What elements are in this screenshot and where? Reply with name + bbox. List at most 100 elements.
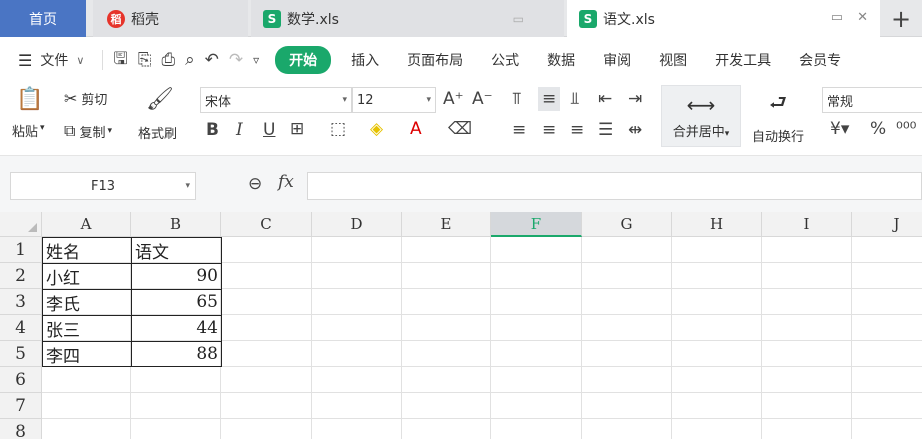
function-icon[interactable]: fx: [278, 172, 294, 192]
row-header-6[interactable]: 6: [0, 367, 42, 393]
add-tab-button[interactable]: +: [880, 0, 922, 37]
column-header-d[interactable]: D: [312, 212, 402, 237]
align-middle-icon[interactable]: ≡: [538, 87, 561, 111]
row-header-4[interactable]: 4: [0, 315, 42, 341]
menu-developer[interactable]: 开发工具: [701, 50, 785, 70]
menu-tabs: 开始 插入 页面布局 公式 数据 审阅 视图 开发工具 会员专: [275, 46, 855, 74]
tab-chinese-xls[interactable]: S 语文.xls ▭ ✕: [567, 0, 880, 37]
column-header-j[interactable]: J: [852, 212, 922, 237]
spreadsheet-app: 首页 稻 稻壳 S 数学.xls ▭ S 语文.xls ▭ ✕ + ☰ 文件 ∨: [0, 0, 922, 439]
column-header-g[interactable]: G: [582, 212, 672, 237]
row-header-1[interactable]: 1: [0, 237, 42, 263]
column-header-f[interactable]: F: [491, 212, 582, 237]
ribbon: 📋 粘贴 ▾ ✂ 剪切 ⧉ 复制 ▾ 🖌 格式刷 宋体 ▾ 12 ▾ A⁺ A⁻ B I …: [0, 83, 922, 156]
currency-icon[interactable]: ¥▾: [830, 119, 849, 139]
align-center-icon[interactable]: ≡: [542, 120, 556, 140]
borders-icon[interactable]: ⊞: [290, 119, 304, 139]
thousands-separator-icon[interactable]: ⁰⁰⁰: [896, 119, 916, 139]
tab-daoke[interactable]: 稻 稻壳: [93, 0, 248, 37]
indent-increase-icon[interactable]: ⇥: [628, 89, 642, 109]
cell-a2[interactable]: 小红: [43, 263, 131, 289]
row-header-3[interactable]: 3: [0, 289, 42, 315]
cell-b3[interactable]: 65: [132, 289, 221, 315]
font-name-select[interactable]: 宋体 ▾: [200, 87, 352, 113]
undo-icon[interactable]: ↶: [205, 50, 219, 70]
indent-decrease-icon[interactable]: ⇤: [598, 89, 612, 109]
cell-a1[interactable]: 姓名: [43, 237, 131, 263]
column-header-b[interactable]: B: [131, 212, 221, 237]
monitor-icon[interactable]: ▭: [831, 10, 843, 25]
save-icon[interactable]: 🖫: [113, 46, 127, 75]
column-header-e[interactable]: E: [402, 212, 491, 237]
distributed-icon[interactable]: ⇹: [628, 120, 642, 140]
number-format-select[interactable]: 常规: [822, 87, 922, 113]
font-size-value: 12: [357, 92, 374, 108]
format-painter-button[interactable]: 🖌: [146, 87, 174, 112]
tab-home-label: 首页: [29, 11, 57, 28]
column-header-i[interactable]: I: [762, 212, 852, 237]
redo-icon[interactable]: ↷: [229, 50, 243, 70]
copy-button[interactable]: ⧉ 复制 ▾: [64, 121, 112, 141]
cell-a4[interactable]: 张三: [43, 315, 131, 341]
cell-b1[interactable]: 语文: [132, 237, 221, 263]
file-menu[interactable]: ☰ 文件 ∨: [18, 50, 84, 70]
cell-b5[interactable]: 88: [132, 341, 221, 367]
menu-review[interactable]: 审阅: [589, 50, 645, 70]
merge-icon: ⟷: [686, 92, 716, 117]
font-size-select[interactable]: 12 ▾: [352, 87, 436, 113]
menu-home[interactable]: 开始: [275, 46, 332, 74]
column-header-a[interactable]: A: [42, 212, 131, 237]
chevron-down-icon: ∨: [76, 53, 85, 67]
monitor-icon[interactable]: ▭: [513, 12, 524, 26]
align-bottom-icon[interactable]: ⫫: [570, 89, 580, 109]
tab-math-xls[interactable]: S 数学.xls ▭: [251, 0, 564, 37]
row-header-2[interactable]: 2: [0, 263, 42, 289]
gridline: [851, 237, 852, 439]
formula-input[interactable]: [307, 172, 922, 200]
row-header-8[interactable]: 8: [0, 419, 42, 439]
zoom-search-icon[interactable]: ⊖: [248, 174, 262, 194]
decrease-font-icon[interactable]: A⁻: [472, 89, 493, 109]
row-header-5[interactable]: 5: [0, 341, 42, 367]
justify-icon[interactable]: ☰: [598, 120, 613, 140]
wrap-text-button[interactable]: ⮐ 自动换行: [746, 85, 810, 147]
align-right-icon[interactable]: ≡: [570, 120, 584, 140]
chevron-down-icon[interactable]: ▾: [40, 123, 45, 133]
export-icon[interactable]: ⎘: [138, 50, 152, 70]
close-icon[interactable]: ✕: [857, 10, 868, 25]
align-top-icon[interactable]: ⫪: [512, 89, 522, 109]
cell-a3[interactable]: 李氏: [43, 289, 131, 315]
fill-pattern-icon[interactable]: ⬚: [330, 119, 346, 139]
column-header-h[interactable]: H: [672, 212, 762, 237]
cell-a5[interactable]: 李四: [43, 341, 131, 367]
fill-color-icon[interactable]: ◈: [370, 119, 383, 139]
increase-font-icon[interactable]: A⁺: [443, 89, 464, 109]
customize-icon[interactable]: ▿: [253, 53, 259, 67]
menu-page-layout[interactable]: 页面布局: [393, 50, 477, 70]
tab-home[interactable]: 首页: [0, 0, 86, 37]
paste-button[interactable]: 📋: [16, 87, 43, 112]
select-all-button[interactable]: [0, 212, 42, 237]
print-preview-icon[interactable]: ⌕: [185, 50, 195, 70]
menu-insert[interactable]: 插入: [337, 50, 393, 70]
column-header-c[interactable]: C: [221, 212, 312, 237]
spreadsheet-grid[interactable]: A B C D E F G H I J 1 2 3 4 5 6 7 8 姓名 语文 小红 90 李氏 65 张三 44 李四 88: [0, 212, 922, 439]
menu-formulas[interactable]: 公式: [477, 50, 533, 70]
cell-b2[interactable]: 90: [132, 263, 221, 289]
bold-button[interactable]: B: [206, 120, 219, 140]
align-left-icon[interactable]: ≡: [512, 120, 526, 140]
percent-icon[interactable]: %: [870, 119, 886, 139]
underline-button[interactable]: U: [263, 120, 275, 140]
menu-view[interactable]: 视图: [645, 50, 701, 70]
menu-member[interactable]: 会员专: [785, 50, 855, 70]
cell-b4[interactable]: 44: [132, 315, 221, 341]
print-icon[interactable]: ⎙: [162, 50, 176, 70]
cut-button[interactable]: ✂ 剪切: [64, 89, 107, 108]
name-box[interactable]: F13 ▾: [10, 172, 196, 200]
row-header-7[interactable]: 7: [0, 393, 42, 419]
merge-center-button[interactable]: ⟷ 合并居中▾: [661, 85, 741, 147]
font-color-icon[interactable]: A: [410, 119, 422, 139]
eraser-icon[interactable]: ⌫: [448, 119, 472, 139]
italic-button[interactable]: I: [236, 120, 243, 140]
menu-data[interactable]: 数据: [533, 50, 589, 70]
